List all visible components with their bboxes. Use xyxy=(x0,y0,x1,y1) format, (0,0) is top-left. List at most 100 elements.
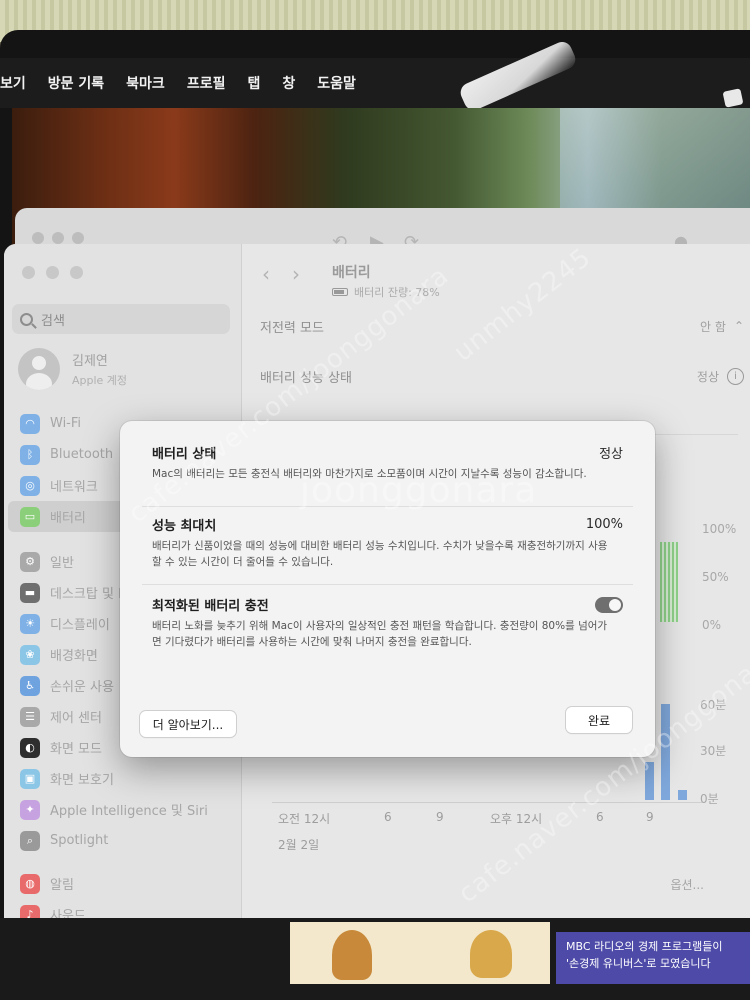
pane-header: ‹ › 배터리 배터리 잔량: 78% xyxy=(262,262,440,300)
sidebar-item-spotlight[interactable]: ⌕ Spotlight xyxy=(8,825,238,856)
battery-health-label: 배터리 성능 상태 xyxy=(260,370,352,386)
x-tick: 오전 12시 xyxy=(278,812,331,826)
menu-bar: 보기 방문 기록 북마크 프로필 탭 창 도움말 xyxy=(0,58,750,108)
sidebar-item-label: 네트워크 xyxy=(50,480,98,495)
sidebar-item-label: 디스플레이 xyxy=(50,618,110,633)
sidebar-item-siri[interactable]: ✦ Apple Intelligence 및 Siri xyxy=(8,794,238,825)
banner-character xyxy=(332,930,372,980)
sidebar-item-label: 화면 모드 xyxy=(50,742,102,757)
page-title: 배터리 xyxy=(332,265,371,281)
x-tick: 6 xyxy=(596,810,604,824)
banner-character xyxy=(470,930,512,978)
menu-window[interactable]: 창 xyxy=(282,73,295,93)
back-arrow-icon[interactable]: ‹ xyxy=(262,262,270,286)
appearance-icon: ◐ xyxy=(20,737,40,758)
control-center-icon: ☰ xyxy=(20,706,40,727)
zoom-button[interactable] xyxy=(70,266,83,279)
low-power-mode-row: 저전력 모드 안 함 ⌃ xyxy=(260,306,744,346)
toggle-knob xyxy=(609,598,621,611)
sidebar-item-screensaver[interactable]: ▣ 화면 보호기 xyxy=(8,763,238,794)
level-tick-50: 50% xyxy=(702,570,729,584)
sidebar-item-label: 제어 센터 xyxy=(50,711,102,726)
optimized-charging-section: 최적화된 배터리 충전 배터리 노화를 늦추기 위해 Mac이 사용자의 일상적… xyxy=(142,595,633,663)
user-subtitle: Apple 계정 xyxy=(72,374,128,387)
sidebar-item-label: Spotlight xyxy=(50,833,109,848)
level-tick-0: 0% xyxy=(702,618,722,632)
search-icon xyxy=(20,312,33,326)
close-button[interactable] xyxy=(22,266,35,279)
battery-health-value: 정상 xyxy=(696,369,719,384)
done-button[interactable]: 완료 xyxy=(566,707,632,733)
battery-level-status: 배터리 잔량: 78% xyxy=(332,284,440,300)
sidebar-item-label: Wi-Fi xyxy=(50,416,82,431)
usage-bar xyxy=(645,762,654,800)
usage-tick-30: 30분 xyxy=(700,744,727,758)
sidebar-item-label: 손쉬운 사용 xyxy=(50,680,114,695)
search-field[interactable]: 검색 xyxy=(12,304,230,334)
usage-bar xyxy=(678,790,687,800)
dock-icon: ▬ xyxy=(20,582,40,603)
battery-status-value: 정상 xyxy=(599,447,623,462)
banner-text-line1: MBC 라디오의 경제 프로그램들이 xyxy=(566,940,723,953)
menu-bookmarks[interactable]: 북마크 xyxy=(126,73,165,93)
low-power-mode-value: 안 함 xyxy=(700,319,726,334)
screensaver-icon: ▣ xyxy=(20,768,40,789)
learn-more-button[interactable]: 더 알아보기... xyxy=(140,711,236,737)
sidebar-item-notifications[interactable]: ◍ 알림 xyxy=(8,868,238,899)
menu-view[interactable]: 보기 xyxy=(0,73,26,93)
display-icon: ☀ xyxy=(20,613,40,634)
sidebar-item-label: 알림 xyxy=(50,878,74,893)
info-icon[interactable]: i xyxy=(727,367,744,385)
battery-level-bar xyxy=(660,542,678,622)
back-window-zoom[interactable] xyxy=(72,232,84,244)
sidebar-item-label: Apple Intelligence 및 Siri xyxy=(50,804,208,819)
wallpaper-icon: ❀ xyxy=(20,644,40,665)
x-tick: 9 xyxy=(646,810,654,824)
banner-ad[interactable]: MBC 라디오의 경제 프로그램들이 '손경제 유니버스'로 모였습니다 xyxy=(556,932,750,984)
options-button[interactable]: 옵션... xyxy=(670,876,704,893)
max-capacity-value: 100% xyxy=(585,517,623,532)
usage-bar xyxy=(661,704,670,800)
user-account[interactable]: 김제연 Apple 계정 xyxy=(18,348,127,390)
battery-level-text: 배터리 잔량: 78% xyxy=(354,286,440,299)
search-placeholder: 검색 xyxy=(41,313,65,329)
battery-level-icon xyxy=(332,288,348,296)
wifi-icon: ◠ xyxy=(20,413,40,434)
optimized-charging-toggle[interactable] xyxy=(595,596,623,613)
low-power-mode-select[interactable]: 안 함 ⌃ xyxy=(700,318,744,335)
sidebar-item-label: 화면 보호기 xyxy=(50,773,114,788)
battery-status-section: 배터리 상태 정상 Mac의 배터리는 모든 충전식 배터리와 마찬가지로 소모… xyxy=(142,443,633,507)
usage-tick-0: 0분 xyxy=(700,792,719,806)
sidebar-item-label: 배경화면 xyxy=(50,649,98,664)
bell-icon: ◍ xyxy=(20,873,40,894)
minimize-button[interactable] xyxy=(46,266,59,279)
chevron-updown-icon: ⌃ xyxy=(733,319,744,333)
back-window-minimize[interactable] xyxy=(52,232,64,244)
banner-text-line2: '손경제 유니버스'로 모였습니다 xyxy=(566,957,711,970)
globe-icon: ◎ xyxy=(20,475,40,496)
menu-tab[interactable]: 탭 xyxy=(247,73,260,93)
date-label: 2월 2일 xyxy=(278,838,320,852)
sidebar-item-label: 일반 xyxy=(50,556,74,571)
chart-baseline xyxy=(272,802,702,803)
menu-profiles[interactable]: 프로필 xyxy=(187,73,226,93)
menu-help[interactable]: 도움말 xyxy=(317,73,356,93)
avatar xyxy=(18,348,60,390)
optimized-charging-description: 배터리 노화를 늦추기 위해 Mac이 사용자의 일상적인 충전 패턴을 학습합… xyxy=(152,620,608,648)
back-window-close[interactable] xyxy=(32,232,44,244)
max-capacity-description: 배터리가 신품이었을 때의 성능에 대비한 배터리 성능 수치입니다. 수치가 … xyxy=(152,540,608,568)
battery-health-row: 배터리 성능 상태 정상 i xyxy=(260,356,744,396)
usage-tick-60: 60분 xyxy=(700,698,727,712)
sidebar-item-label: Bluetooth xyxy=(50,447,114,462)
menu-history[interactable]: 방문 기록 xyxy=(48,73,104,93)
battery-status-title: 배터리 상태 xyxy=(152,447,217,462)
forward-arrow-icon[interactable]: › xyxy=(292,262,300,286)
battery-health-dialog: 배터리 상태 정상 Mac의 배터리는 모든 충전식 배터리와 마찬가지로 소모… xyxy=(120,421,655,757)
user-name: 김제연 xyxy=(72,354,108,369)
spotlight-icon: ⌕ xyxy=(20,830,40,851)
optimized-charging-title: 최적화된 배터리 충전 xyxy=(152,599,269,614)
bluetooth-icon: ᛒ xyxy=(20,444,40,465)
x-tick: 오후 12시 xyxy=(490,812,543,826)
gear-icon: ⚙ xyxy=(20,551,40,572)
max-capacity-section: 성능 최대치 100% 배터리가 신품이었을 때의 성능에 대비한 배터리 성능… xyxy=(142,515,633,585)
